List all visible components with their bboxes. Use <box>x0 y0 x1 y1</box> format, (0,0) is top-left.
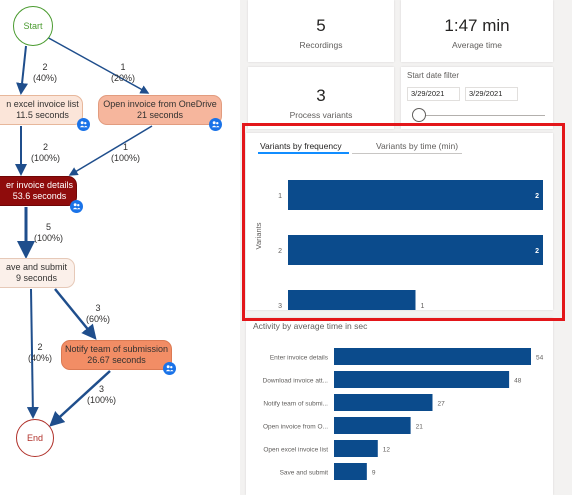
activity-bar <box>334 463 367 480</box>
activity-node-save-and-submit[interactable]: ave and submit 9 seconds <box>0 258 75 288</box>
process-variants-label: Process variants <box>289 110 353 120</box>
average-time-card[interactable]: 1:47 min Average time <box>401 0 553 62</box>
recordings-value: 5 <box>316 16 326 35</box>
start-date-filter-title: Start date filter <box>407 71 460 80</box>
end-node-label: End <box>26 433 43 443</box>
activity-value-label: 21 <box>416 424 424 431</box>
edge-label-onedrive-enter: 1 (100%) <box>111 142 141 163</box>
edge-label-excel-enter: 2 (100%) <box>31 142 61 163</box>
edge-label-save-notify: 3 (60%) <box>86 303 111 324</box>
activity-tick-label: Save and submit <box>280 470 329 477</box>
variant-bar <box>288 235 543 265</box>
variants-chart-card: Variants by frequency Variants by time (… <box>246 133 553 310</box>
variant-value-label: 2 <box>535 193 539 200</box>
activity-node-enter-invoice-details[interactable]: er invoice details 53.6 seconds <box>0 176 77 206</box>
start-date-filter-card: Start date filter 3/29/2021 3/29/2021 <box>401 67 553 129</box>
node-duration: 26.67 seconds <box>87 355 146 365</box>
start-date-input[interactable]: 3/29/2021 <box>407 87 460 101</box>
start-node-label: Start <box>23 21 43 31</box>
activity-bar-chart: Enter invoice details 54 Download invoice … <box>263 348 544 480</box>
edge-label-start-onedrive: 1 (20%) <box>111 62 136 83</box>
activity-value-label: 12 <box>383 447 391 454</box>
node-title: n excel invoice list <box>6 99 79 109</box>
activity-tick-label: Open excel invoice list <box>263 447 328 454</box>
process-variants-value: 3 <box>316 86 326 105</box>
activity-bar <box>334 394 433 411</box>
end-node[interactable]: End <box>16 419 54 457</box>
edge-label-enter-save: 5 (100%) <box>34 222 64 243</box>
people-icon[interactable] <box>163 362 176 375</box>
node-duration: 53.6 seconds <box>12 191 67 201</box>
process-variants-card[interactable]: 3 Process variants <box>248 67 394 129</box>
variant-bar <box>288 290 416 310</box>
node-title: Notify team of submission <box>64 344 169 354</box>
node-title: ave and submit <box>5 262 68 272</box>
edge-label-save-end: 2 (40%) <box>28 342 53 363</box>
variant-value-label: 2 <box>535 248 539 255</box>
edge-label-start-excel: 2 (40%) <box>33 62 58 83</box>
activity-tick-label: Enter invoice details <box>270 355 329 362</box>
node-duration: 9 seconds <box>15 273 58 283</box>
activity-bar <box>334 440 378 457</box>
variant-value-label: 1 <box>421 303 425 310</box>
variants-axis-label: Variants <box>254 222 263 249</box>
date-slider-track[interactable] <box>413 115 545 116</box>
variant-tick-label: 2 <box>278 248 282 255</box>
activity-tick-label: Open invoice from O... <box>263 424 328 431</box>
activity-bar <box>334 371 510 388</box>
recordings-card[interactable]: 5 Recordings <box>248 0 394 62</box>
activity-value-label: 9 <box>372 470 376 477</box>
activity-time-card: Activity by average time in sec Enter in… <box>246 318 553 495</box>
variant-tick-label: 3 <box>278 303 282 310</box>
dashboard-panel: 5 Recordings 1:47 min Average time 3 Pro… <box>240 0 572 495</box>
node-title: er invoice details <box>5 180 74 190</box>
average-time-value: 1:47 min <box>444 16 510 35</box>
start-node[interactable]: Start <box>13 6 53 46</box>
activity-node-open-invoice-from-onedrive[interactable]: Open invoice from OneDrive 21 seconds <box>98 95 222 125</box>
variants-bar-chart: Variants 1 2 2 2 3 1 <box>254 180 543 310</box>
activity-value-label: 54 <box>536 355 544 362</box>
node-duration: 21 seconds <box>136 110 184 120</box>
activity-bar <box>334 417 411 434</box>
activity-node-notify-team-of-submission[interactable]: Notify team of submission 26.67 seconds <box>61 340 172 370</box>
process-map: 2 (40%) 1 (20%) 2 (100%) 1 (100%) 5 (100%) 3(… <box>0 0 235 495</box>
variant-tick-label: 1 <box>278 193 282 200</box>
edge-start-excel <box>16 45 29 95</box>
node-duration: 11.5 seconds <box>16 110 69 120</box>
recordings-label: Recordings <box>299 40 343 50</box>
activity-node-open-excel-invoice-list[interactable]: n excel invoice list 11.5 seconds <box>0 95 83 125</box>
people-icon[interactable] <box>209 118 222 131</box>
activity-tick-label: Download invoice att... <box>263 378 329 385</box>
activity-tick-label: Notify team of submi... <box>263 401 328 408</box>
activity-value-label: 27 <box>438 401 446 408</box>
date-slider-handle[interactable] <box>412 108 426 122</box>
end-date-input[interactable]: 3/29/2021 <box>465 87 518 101</box>
edge-label-notify-end: 3 (100%) <box>87 384 117 405</box>
people-icon[interactable] <box>77 118 90 131</box>
activity-value-label: 48 <box>514 378 522 385</box>
average-time-label: Average time <box>452 40 502 50</box>
activity-bar <box>334 348 531 365</box>
node-title: Open invoice from OneDrive <box>103 99 217 109</box>
variant-bar <box>288 180 543 210</box>
people-icon[interactable] <box>70 200 83 213</box>
